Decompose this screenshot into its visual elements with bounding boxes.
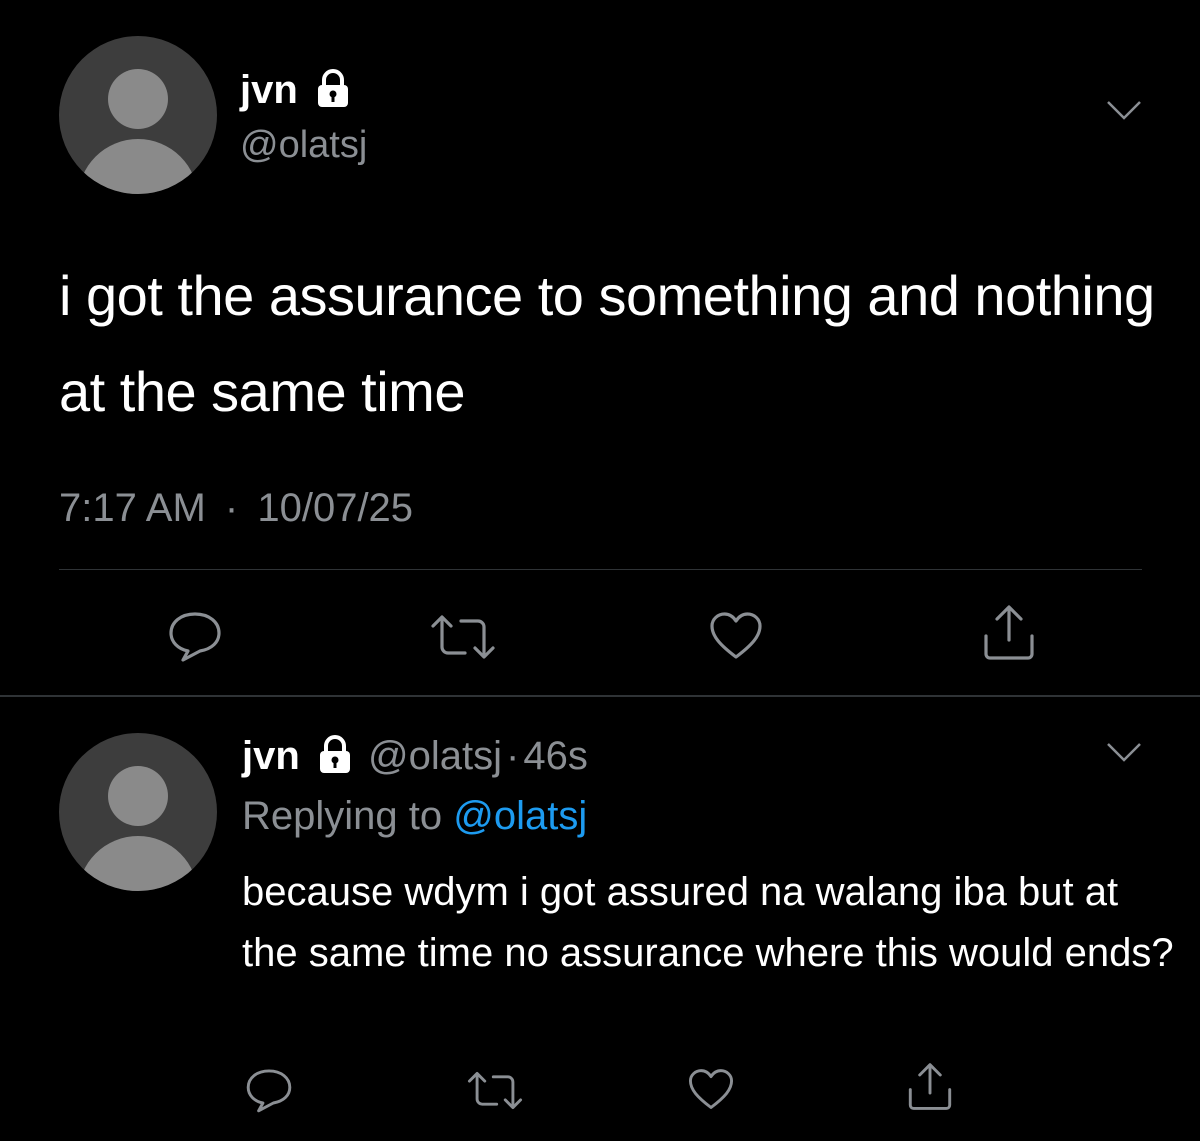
lock-icon — [319, 735, 350, 774]
display-name[interactable]: jvn — [240, 66, 351, 114]
separator: · — [506, 734, 520, 778]
divider — [59, 569, 1142, 570]
reply-header: jvn @olatsj · 46s — [242, 732, 588, 780]
tweet-timestamp: 7:17 AM · 10/07/25 — [59, 484, 413, 532]
handle[interactable]: @olatsj — [368, 734, 502, 778]
reply-text: because wdym i got assured na walang iba… — [242, 870, 1174, 975]
separator: · — [224, 486, 239, 530]
replying-prefix: Replying to — [242, 794, 454, 838]
avatar-body — [78, 836, 198, 891]
chevron-down-icon[interactable] — [1104, 98, 1144, 122]
chevron-down-icon[interactable] — [1104, 740, 1144, 764]
lock-icon — [317, 69, 348, 108]
avatar[interactable] — [59, 36, 217, 194]
reply-icon[interactable] — [165, 610, 225, 662]
like-icon[interactable] — [687, 1067, 735, 1112]
reply-icon[interactable] — [243, 1067, 295, 1113]
share-icon[interactable] — [906, 1062, 954, 1112]
section-divider — [0, 695, 1200, 697]
handle[interactable]: @olatsj — [240, 122, 367, 168]
replying-to: Replying to @olatsj — [242, 792, 587, 840]
tweet-text: i got the assurance to something and not… — [59, 264, 1155, 423]
avatar[interactable] — [59, 733, 217, 891]
tweet-time: 7:17 AM — [59, 486, 206, 530]
avatar-head — [108, 766, 168, 826]
avatar-body — [78, 139, 198, 194]
display-name-text: jvn — [240, 68, 298, 112]
tweet-date: 10/07/25 — [257, 486, 414, 530]
retweet-icon[interactable] — [429, 612, 497, 662]
like-icon[interactable] — [708, 610, 764, 662]
retweet-icon[interactable] — [466, 1069, 524, 1112]
avatar-head — [108, 69, 168, 129]
reply-age[interactable]: 46s — [523, 734, 588, 778]
share-icon[interactable] — [981, 604, 1037, 662]
replying-mention-link[interactable]: @olatsj — [453, 794, 587, 838]
display-name[interactable]: jvn — [242, 734, 300, 778]
